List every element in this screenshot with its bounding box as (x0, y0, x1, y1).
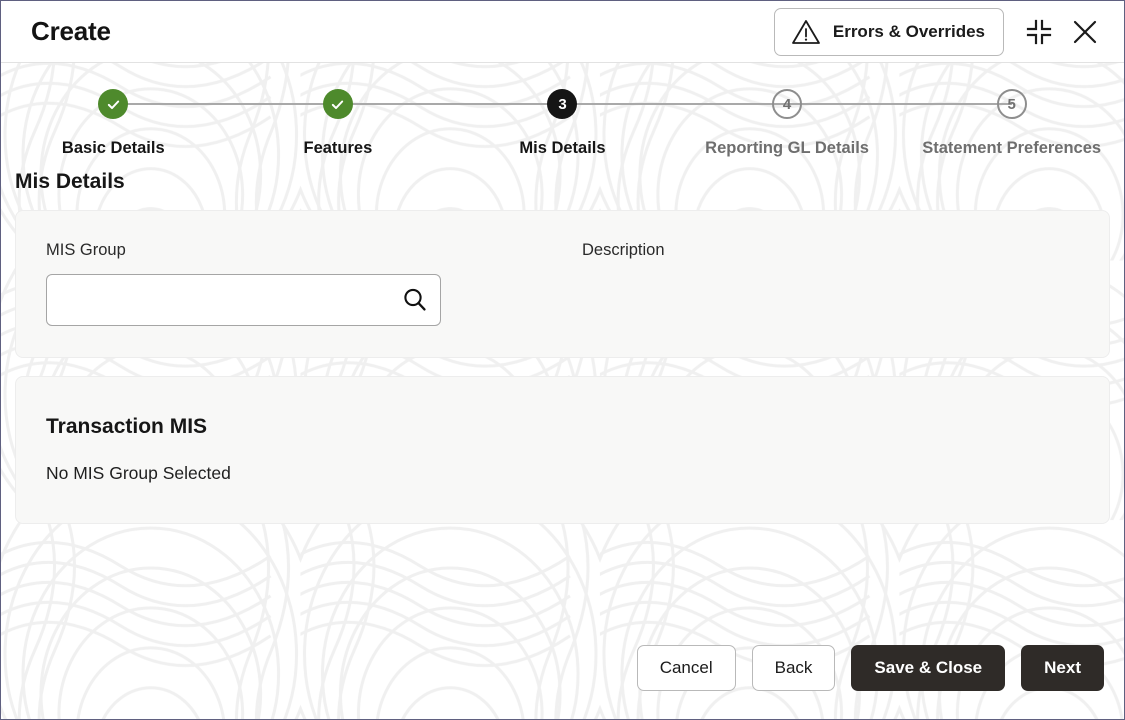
back-button[interactable]: Back (751, 645, 836, 691)
description-label: Description (582, 241, 665, 259)
stepper-marker-3: 3 (547, 89, 578, 119)
stepper-step-features[interactable]: Features (226, 89, 563, 158)
cancel-button[interactable]: Cancel (636, 645, 736, 691)
dialog-header: Create Errors & Overrides (1, 1, 1124, 63)
transaction-mis-empty-message: No MIS Group Selected (46, 463, 231, 483)
next-button[interactable]: Next (1021, 645, 1104, 691)
stepper-label-statement-preferences: Statement Preferences (922, 139, 1102, 157)
stepper-marker-4: 4 (772, 89, 803, 119)
mis-group-field-row: MIS Group Description (46, 241, 1079, 326)
content-cards: MIS Group Description Transaction MIS No… (1, 210, 1124, 627)
collapse-icon[interactable] (1018, 11, 1060, 53)
stepper-step-mis-details[interactable]: 3 Mis Details (450, 89, 788, 158)
create-dialog-window: Create Errors & Overrides Basic Details … (0, 0, 1125, 720)
stepper-marker-1 (98, 89, 129, 119)
transaction-mis-title: Transaction MIS (46, 415, 208, 438)
stepper-label-reporting-gl-details: Reporting GL Details (705, 139, 869, 157)
save-and-close-button[interactable]: Save & Close (851, 645, 1006, 691)
mis-group-input-wrap (46, 274, 441, 326)
mis-group-card: MIS Group Description (15, 210, 1110, 358)
mis-group-input[interactable] (46, 274, 441, 326)
stepper-label-features: Features (303, 139, 373, 157)
stepper-connector (337, 103, 563, 105)
search-icon[interactable] (399, 284, 431, 316)
mis-group-label: MIS Group (46, 241, 126, 259)
warning-triangle-icon (791, 18, 821, 45)
stepper-connector (113, 103, 338, 105)
errors-and-overrides-label: Errors & Overrides (832, 21, 985, 41)
transaction-mis-card: Transaction MIS No MIS Group Selected (15, 376, 1110, 524)
stepper-marker-5: 5 (996, 89, 1027, 119)
stepper-step-statement-preferences[interactable]: 5 Statement Preferences (899, 89, 1124, 158)
wizard-stepper: Basic Details Features 3 Mis Details 4 R… (1, 63, 1124, 168)
dialog-body: Basic Details Features 3 Mis Details 4 R… (1, 63, 1124, 719)
section-title: Mis Details (15, 170, 125, 193)
stepper-step-basic-details[interactable]: Basic Details (1, 89, 338, 158)
stepper-connector (562, 103, 788, 105)
stepper-connector (787, 103, 1012, 105)
dialog-footer: Cancel Back Save & Close Next (1, 627, 1124, 719)
errors-and-overrides-button[interactable]: Errors & Overrides (773, 7, 1004, 56)
stepper-label-basic-details: Basic Details (61, 139, 165, 157)
page-title: Create (31, 16, 111, 46)
close-icon[interactable] (1064, 11, 1106, 53)
stepper-marker-2 (322, 89, 353, 119)
stepper-label-mis-details: Mis Details (519, 139, 606, 157)
stepper-step-reporting-gl-details[interactable]: 4 Reporting GL Details (675, 89, 1012, 158)
mis-group-field: MIS Group (46, 241, 582, 326)
description-field: Description (582, 241, 665, 326)
